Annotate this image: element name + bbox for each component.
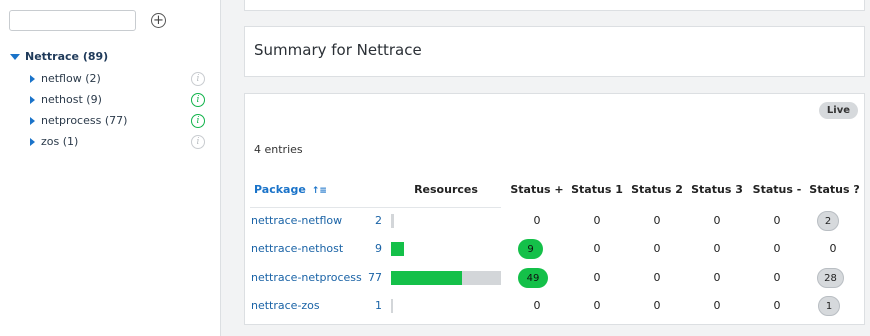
package-link[interactable]: nettrace-netprocess	[251, 271, 362, 284]
caret-right-icon	[30, 74, 35, 83]
info-icon[interactable]: i	[191, 71, 205, 86]
status-unknown-badge[interactable]: 1	[818, 296, 840, 316]
status-1-value: 0	[593, 299, 601, 312]
status-minus-value: 0	[773, 214, 781, 227]
resource-bar-unknown	[391, 299, 393, 313]
tree-root-label: Nettrace (89)	[25, 50, 109, 63]
resource-count: 77	[368, 271, 382, 284]
status-2-value: 0	[653, 214, 661, 227]
column-header-status-minus[interactable]: Status -	[747, 183, 807, 196]
package-link[interactable]: nettrace-netflow	[251, 214, 342, 227]
entries-count: 4 entries	[254, 143, 303, 156]
column-header-status-2[interactable]: Status 2	[627, 183, 687, 196]
table-row: nettrace-netflow 2 0 0 0 0 0 2	[245, 210, 866, 232]
resource-bar-ok	[391, 271, 462, 285]
resource-count: 2	[375, 214, 382, 227]
status-1-value: 0	[593, 214, 601, 227]
sort-ascending-icon[interactable]: ↑≡	[312, 186, 327, 196]
status-3-value: 0	[713, 299, 721, 312]
status-unknown-badge[interactable]: 28	[817, 268, 844, 288]
status-3-value: 0	[713, 214, 721, 227]
tree-item-label: nethost (9)	[41, 93, 102, 106]
column-header-status-plus[interactable]: Status +	[507, 183, 567, 196]
column-header-resources[interactable]: Resources	[391, 183, 501, 196]
tree-item-zos[interactable]: zos (1) i	[30, 134, 208, 149]
status-3-value: 0	[713, 242, 721, 255]
resource-bar-unknown	[391, 214, 394, 228]
info-icon[interactable]: i	[191, 113, 205, 128]
status-3-value: 0	[713, 271, 721, 284]
search-input[interactable]	[9, 10, 136, 31]
resource-bar	[391, 242, 501, 256]
status-minus-value: 0	[773, 299, 781, 312]
resource-bar-ok	[391, 242, 404, 256]
tree-item-nethost[interactable]: nethost (9) i	[30, 92, 208, 107]
status-plus-badge[interactable]: 49	[518, 268, 548, 288]
column-header-status-1[interactable]: Status 1	[567, 183, 627, 196]
tree-item-netflow[interactable]: netflow (2) i	[30, 71, 208, 86]
status-plus-value: 0	[533, 299, 541, 312]
resource-bar	[391, 214, 501, 228]
tree-item-netprocess[interactable]: netprocess (77) i	[30, 113, 208, 128]
tree-item-label: netprocess (77)	[41, 114, 128, 127]
status-1-value: 0	[593, 271, 601, 284]
resource-count: 9	[375, 242, 382, 255]
column-header-status-3[interactable]: Status 3	[687, 183, 747, 196]
table-row: nettrace-zos 1 0 0 0 0 0 1	[245, 295, 866, 317]
info-icon[interactable]: i	[191, 92, 205, 107]
tree-root-nettrace[interactable]: Nettrace (89)	[10, 50, 108, 63]
caret-down-icon	[10, 53, 20, 60]
status-unknown-badge[interactable]: 2	[817, 211, 839, 231]
add-circle-icon[interactable]: +	[151, 13, 166, 28]
tree-item-label: netflow (2)	[41, 72, 101, 85]
column-header-label: Package	[254, 183, 306, 196]
status-2-value: 0	[653, 299, 661, 312]
status-minus-value: 0	[773, 271, 781, 284]
status-plus-value: 0	[533, 214, 541, 227]
caret-right-icon	[30, 116, 35, 125]
live-badge[interactable]: Live	[818, 102, 858, 119]
info-icon[interactable]: i	[191, 134, 205, 149]
header-divider	[250, 207, 501, 208]
table-row: nettrace-nethost 9 9 0 0 0 0 0	[245, 238, 866, 260]
table-row: nettrace-netprocess 77 49 0 0 0 0 28	[245, 267, 866, 289]
column-header-package[interactable]: Package ↑≡	[254, 183, 327, 196]
resource-bar-unknown	[462, 271, 501, 285]
package-link[interactable]: nettrace-zos	[251, 299, 320, 312]
resource-count: 1	[375, 299, 382, 312]
caret-right-icon	[30, 137, 35, 146]
resource-bar	[391, 299, 501, 313]
status-1-value: 0	[593, 242, 601, 255]
summary-panel: Summary for Nettrace	[244, 26, 865, 77]
status-plus-badge[interactable]: 9	[518, 239, 543, 259]
column-header-status-unknown[interactable]: Status ?	[807, 183, 862, 196]
top-panel	[244, 0, 865, 11]
status-minus-value: 0	[773, 242, 781, 255]
status-unknown-value: 0	[829, 242, 837, 255]
tree-item-label: zos (1)	[41, 135, 79, 148]
sidebar: + Nettrace (89) netflow (2) i nethost (9…	[0, 0, 221, 336]
resource-bar	[391, 271, 501, 285]
package-link[interactable]: nettrace-nethost	[251, 242, 343, 255]
page-title: Summary for Nettrace	[254, 41, 422, 59]
status-2-value: 0	[653, 242, 661, 255]
package-table-panel: Live 4 entries Package ↑≡ Resources Statu…	[244, 93, 865, 325]
status-2-value: 0	[653, 271, 661, 284]
caret-right-icon	[30, 95, 35, 104]
